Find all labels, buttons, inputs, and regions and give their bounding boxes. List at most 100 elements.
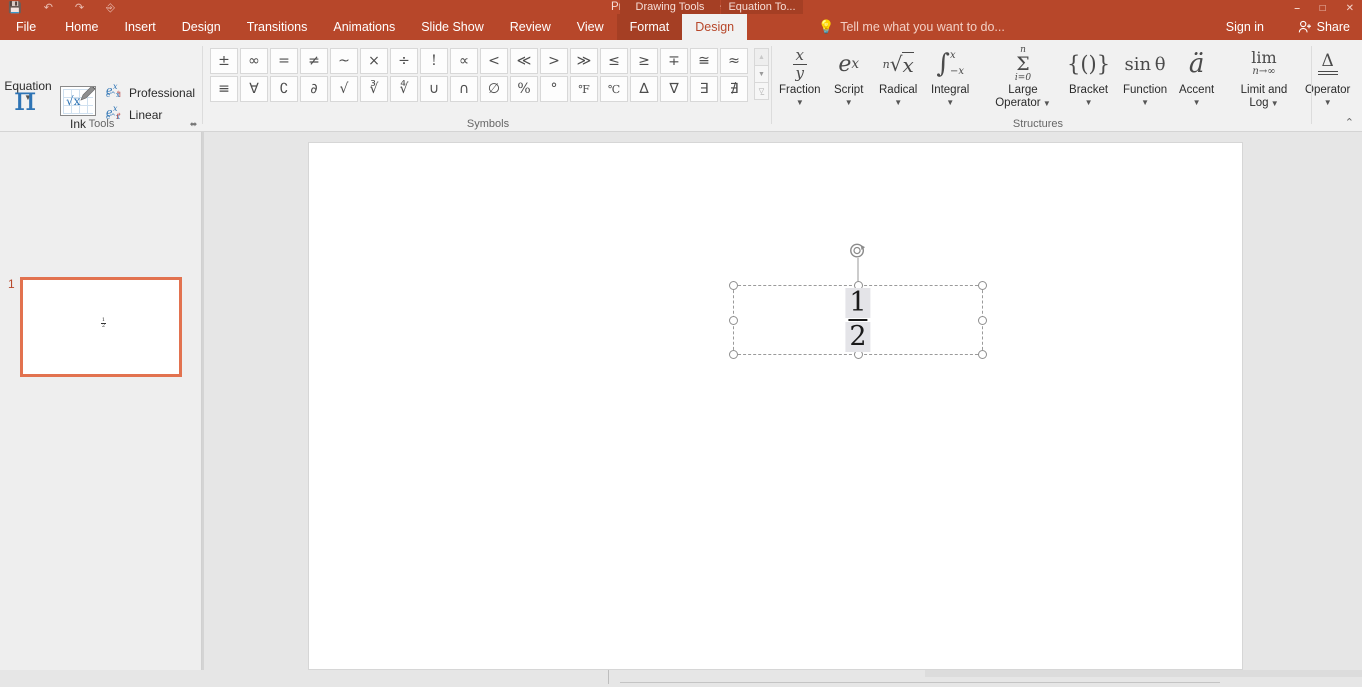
symbol-button[interactable]: ∜ bbox=[390, 76, 418, 102]
symbol-button[interactable]: < bbox=[480, 48, 508, 74]
symbol-button[interactable]: ∂ bbox=[300, 76, 328, 102]
resize-handle-nw[interactable] bbox=[729, 281, 738, 290]
professional-button[interactable]: exe^x↰ Professional bbox=[106, 84, 195, 102]
tab-transitions[interactable]: Transitions bbox=[234, 14, 321, 40]
symbol-button[interactable]: ≡ bbox=[210, 76, 238, 102]
tab-review[interactable]: Review bbox=[497, 14, 564, 40]
script-button[interactable]: ex Script ▼ bbox=[834, 44, 863, 107]
large-operator-button[interactable]: n Σ i=0 Large Operator ▼ bbox=[981, 44, 1065, 110]
tab-animations[interactable]: Animations bbox=[320, 14, 408, 40]
chevron-down-icon[interactable]: ▼ bbox=[796, 98, 804, 107]
slide-thumbnail-1[interactable]: 1 2 bbox=[20, 277, 182, 377]
integral-icon: ∫x−x bbox=[936, 44, 964, 84]
ribbon-tabs: File Home Insert Design Transitions Anim… bbox=[0, 14, 747, 40]
scroll-up-icon[interactable]: ▲ bbox=[754, 48, 769, 66]
minimize-icon[interactable]: ⎯ bbox=[1295, 3, 1300, 14]
collapse-ribbon-button[interactable]: ⌃ bbox=[1345, 116, 1354, 129]
tab-view[interactable]: View bbox=[564, 14, 617, 40]
function-button[interactable]: sin θ Function ▼ bbox=[1123, 44, 1167, 107]
slide-canvas-area[interactable]: 1 2 bbox=[204, 132, 1362, 670]
symbol-button[interactable]: ≤ bbox=[600, 48, 628, 74]
slide-surface[interactable]: 1 2 bbox=[308, 142, 1243, 670]
resize-handle-ne[interactable] bbox=[978, 281, 987, 290]
symbol-button[interactable]: ≪ bbox=[510, 48, 538, 74]
tab-home[interactable]: Home bbox=[52, 14, 111, 40]
tab-design[interactable]: Design bbox=[169, 14, 234, 40]
symbol-button[interactable]: ≈ bbox=[720, 48, 748, 74]
more-symbols-icon[interactable]: ▽̲ bbox=[754, 82, 769, 100]
equation-placeholder-selection[interactable]: 1 2 bbox=[733, 285, 983, 355]
symbol-button[interactable]: × bbox=[360, 48, 388, 74]
resize-handle-se[interactable] bbox=[978, 350, 987, 359]
chevron-down-icon[interactable]: ▼ bbox=[1269, 99, 1279, 108]
tab-format[interactable]: Format bbox=[617, 14, 683, 40]
symbol-button[interactable]: ∆ bbox=[630, 76, 658, 102]
symbol-button[interactable]: ~ bbox=[330, 48, 358, 74]
symbol-button[interactable]: ∝ bbox=[450, 48, 478, 74]
chevron-down-icon[interactable]: ▼ bbox=[1141, 98, 1149, 107]
restore-icon[interactable]: □ bbox=[1320, 3, 1326, 14]
symbol-button[interactable]: > bbox=[540, 48, 568, 74]
slide-thumbnail-pane[interactable]: 1 1 2 bbox=[0, 132, 202, 670]
script-icon: ex bbox=[838, 44, 859, 84]
symbol-button[interactable]: ∇ bbox=[660, 76, 688, 102]
symbol-button[interactable]: ° bbox=[540, 76, 568, 102]
share-button[interactable]: Share bbox=[1288, 14, 1362, 40]
fraction-numerator[interactable]: 1 bbox=[845, 288, 870, 318]
symbol-button[interactable]: ≫ bbox=[570, 48, 598, 74]
tools-dialog-launcher[interactable]: ⬌ bbox=[188, 119, 199, 130]
chevron-down-icon[interactable]: ▼ bbox=[946, 98, 954, 107]
tab-slide-show[interactable]: Slide Show bbox=[408, 14, 497, 40]
fraction-denominator[interactable]: 2 bbox=[845, 322, 870, 352]
tell-me-search[interactable]: 💡 Tell me what you want to do... bbox=[818, 14, 1005, 40]
symbol-button[interactable]: ∄ bbox=[720, 76, 748, 102]
radical-button[interactable]: n√x Radical ▼ bbox=[879, 44, 917, 107]
symbol-button[interactable]: ∃ bbox=[690, 76, 718, 102]
symbol-button[interactable]: ∁ bbox=[270, 76, 298, 102]
symbol-button[interactable]: ℃ bbox=[600, 76, 628, 102]
resize-handle-e[interactable] bbox=[978, 316, 987, 325]
symbol-button[interactable]: ∀ bbox=[240, 76, 268, 102]
contextual-tab-headers: Drawing Tools Equation To... bbox=[620, 0, 803, 14]
chevron-down-icon[interactable]: ▼ bbox=[1193, 98, 1201, 107]
chevron-down-icon[interactable]: ▼ bbox=[894, 98, 902, 107]
symbol-button[interactable]: ≅ bbox=[690, 48, 718, 74]
symbol-button[interactable]: ± bbox=[210, 48, 238, 74]
symbol-button[interactable]: ÷ bbox=[390, 48, 418, 74]
symbol-button[interactable]: ≠ bbox=[300, 48, 328, 74]
tab-file[interactable]: File bbox=[0, 14, 52, 40]
tab-equation-design[interactable]: Design bbox=[682, 14, 747, 40]
bracket-button[interactable]: {()} Bracket ▼ bbox=[1067, 44, 1110, 107]
accent-button[interactable]: ä Accent ▼ bbox=[1179, 44, 1214, 107]
script-label: Script bbox=[834, 84, 863, 97]
limit-and-log-label: Limit and bbox=[1241, 84, 1288, 97]
tab-insert[interactable]: Insert bbox=[112, 14, 169, 40]
symbol-button[interactable]: ! bbox=[420, 48, 448, 74]
symbol-button[interactable]: ∪ bbox=[420, 76, 448, 102]
close-icon[interactable]: ✕ bbox=[1346, 3, 1354, 14]
symbol-button[interactable]: % bbox=[510, 76, 538, 102]
fraction-button[interactable]: xy Fraction ▼ bbox=[779, 44, 821, 107]
symbol-button[interactable]: ∅ bbox=[480, 76, 508, 102]
symbol-button[interactable]: ∩ bbox=[450, 76, 478, 102]
sign-in-button[interactable]: Sign in bbox=[1226, 14, 1264, 40]
resize-handle-sw[interactable] bbox=[729, 350, 738, 359]
chevron-down-icon[interactable]: ▼ bbox=[1085, 98, 1093, 107]
symbol-button[interactable]: ∞ bbox=[240, 48, 268, 74]
scroll-down-icon[interactable]: ▼ bbox=[754, 65, 769, 83]
symbol-button[interactable]: √ bbox=[330, 76, 358, 102]
chevron-down-icon[interactable]: ▼ bbox=[1041, 99, 1051, 108]
rotate-icon[interactable] bbox=[849, 242, 868, 261]
symbol-button[interactable]: ≥ bbox=[630, 48, 658, 74]
resize-handle-w[interactable] bbox=[729, 316, 738, 325]
symbol-button[interactable]: ℉ bbox=[570, 76, 598, 102]
chevron-down-icon[interactable]: ▼ bbox=[1324, 98, 1332, 107]
limit-and-log-button[interactable]: lim n→∞ Limit and Log ▼ bbox=[1225, 44, 1303, 110]
equation-fraction[interactable]: 1 2 bbox=[845, 288, 870, 352]
person-add-icon bbox=[1298, 20, 1312, 34]
symbol-button[interactable]: ∓ bbox=[660, 48, 688, 74]
symbol-button[interactable]: ∛ bbox=[360, 76, 388, 102]
integral-button[interactable]: ∫x−x Integral ▼ bbox=[931, 44, 969, 107]
chevron-down-icon[interactable]: ▼ bbox=[845, 98, 853, 107]
symbol-button[interactable]: = bbox=[270, 48, 298, 74]
